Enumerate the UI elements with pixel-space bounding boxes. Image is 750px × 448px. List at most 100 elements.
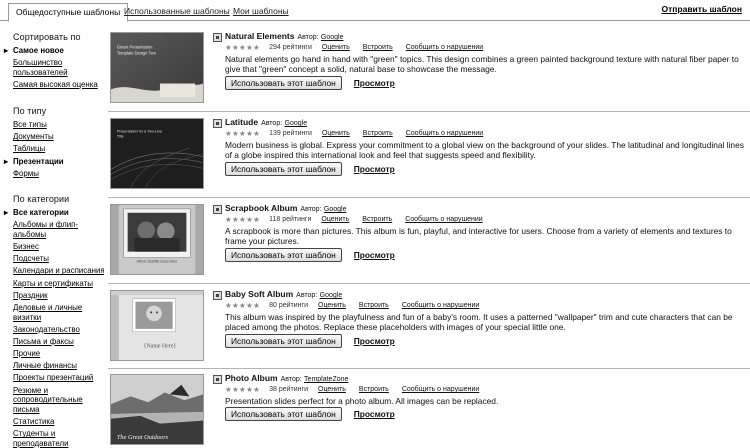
category-legal[interactable]: Законодательство — [13, 325, 104, 335]
author-link[interactable]: Google — [321, 34, 344, 41]
preview-link[interactable]: Просмотр — [354, 78, 395, 88]
template-row: Green Presentation Template Design Two N… — [108, 27, 750, 111]
presentation-icon — [213, 375, 222, 384]
category-personal-finance[interactable]: Личные финансы — [13, 361, 104, 371]
use-template-button[interactable]: Использовать этот шаблон — [225, 161, 342, 176]
sort-most-users[interactable]: Большинство пользователей — [13, 58, 104, 77]
category-resumes[interactable]: Резюме и сопроводительные письма — [13, 386, 104, 415]
author-label: Автор: — [261, 120, 283, 127]
author-label: Автор: — [280, 376, 302, 383]
type-heading: По типу — [13, 106, 47, 116]
author-link[interactable]: Google — [320, 292, 343, 299]
report-abuse-link[interactable]: Сообщить о нарушении — [406, 129, 483, 139]
category-albums[interactable]: Альбомы и флип-альбомы — [13, 220, 104, 239]
category-business-cards[interactable]: Деловые и личные визитки — [13, 303, 104, 322]
sort-top-rated[interactable]: Самая высокая оценка — [13, 80, 104, 90]
embed-link[interactable]: Встроить — [363, 129, 393, 139]
embed-link[interactable]: Встроить — [363, 43, 393, 53]
template-description: Presentation slides perfect for a photo … — [225, 396, 499, 406]
row-divider — [108, 283, 750, 284]
author-link[interactable]: Google — [324, 206, 347, 213]
template-name[interactable]: Baby Soft Album — [225, 289, 293, 299]
type-spreadsheets[interactable]: Таблицы — [13, 144, 104, 154]
category-statistics[interactable]: Статистика — [13, 417, 104, 427]
thumb-title-line-2: Title — [117, 134, 124, 138]
thumb-title-line-2: Template Design Two — [117, 50, 157, 55]
preview-link[interactable]: Просмотр — [354, 409, 395, 419]
author-label: Автор: — [296, 292, 318, 299]
category-all[interactable]: Все категории — [4, 208, 104, 218]
ratings-count: 294 рейтинги — [269, 44, 312, 51]
use-template-button[interactable]: Использовать этот шаблон — [225, 247, 342, 262]
report-abuse-link[interactable]: Сообщить о нарушении — [405, 215, 482, 225]
rate-link[interactable]: Оценить — [321, 215, 349, 225]
template-thumbnail-natural-elements[interactable]: Green Presentation Template Design Two — [110, 32, 204, 103]
template-thumbnail-photo-album[interactable]: The Great Outdoors — [110, 374, 204, 445]
submit-template-link[interactable]: Отправить шаблон — [662, 4, 743, 14]
use-template-button[interactable]: Использовать этот шаблон — [225, 407, 342, 422]
presentation-icon — [213, 33, 222, 42]
sort-newest[interactable]: Самое новое — [4, 46, 104, 56]
rating-stars-icon: ★★★★★ — [225, 385, 261, 394]
tab-my-templates[interactable]: Мои шаблоны — [226, 3, 296, 21]
template-tabs-bar: Общедоступные шаблоны Использованные шаб… — [0, 0, 750, 22]
rate-link[interactable]: Оценить — [318, 385, 346, 395]
category-other[interactable]: Прочие — [13, 349, 104, 359]
row-divider — [108, 197, 750, 198]
template-name[interactable]: Photo Album — [225, 373, 278, 383]
tab-public-templates[interactable]: Общедоступные шаблоны — [8, 3, 129, 22]
type-all[interactable]: Все типы — [13, 120, 104, 130]
author-link[interactable]: Google — [285, 120, 308, 127]
template-name[interactable]: Latitude — [225, 117, 258, 127]
category-cards[interactable]: Карты и сертификаты — [13, 279, 104, 289]
category-business[interactable]: Бизнес — [13, 242, 104, 252]
template-thumbnail-latitude[interactable]: Presentation for a Two-Line Title — [110, 118, 204, 189]
ratings-count: 118 рейтинги — [269, 216, 312, 223]
report-abuse-link[interactable]: Сообщить о нарушении — [406, 43, 483, 53]
embed-link[interactable]: Встроить — [359, 385, 389, 395]
category-students[interactable]: Студенты и преподаватели — [13, 429, 104, 448]
presentation-icon — [213, 119, 222, 128]
report-abuse-link[interactable]: Сообщить о нарушении — [402, 385, 479, 395]
template-thumbnail-baby-soft-album[interactable]: {Name Here} — [110, 290, 204, 361]
embed-link[interactable]: Встроить — [359, 301, 389, 311]
presentation-icon — [213, 205, 222, 214]
thumbnail-image: Album Subtitle Goes Here — [111, 205, 203, 274]
template-thumbnail-scrapbook-album[interactable]: Album Subtitle Goes Here — [110, 204, 204, 275]
template-name[interactable]: Natural Elements — [225, 31, 294, 41]
rating-stars-icon: ★★★★★ — [225, 43, 261, 52]
category-calendars[interactable]: Календари и расписания — [13, 266, 104, 276]
use-template-button[interactable]: Использовать этот шаблон — [225, 75, 342, 90]
template-description: Natural elements go hand in hand with "g… — [225, 54, 739, 75]
author-label: Автор: — [300, 206, 322, 213]
template-row: {Name Here} Baby Soft Album Автор: Google… — [108, 285, 750, 369]
type-documents[interactable]: Документы — [13, 132, 104, 142]
preview-link[interactable]: Просмотр — [354, 250, 395, 260]
preview-link[interactable]: Просмотр — [354, 336, 395, 346]
tab-used-templates[interactable]: Использованные шаблоны — [117, 3, 237, 21]
category-calculations[interactable]: Подсчеты — [13, 254, 104, 264]
template-info: Baby Soft Album Автор: Google ★★★★★ 80 ре… — [225, 289, 747, 348]
category-section: По категории Все категории Альбомы и фли… — [4, 194, 104, 448]
category-holiday[interactable]: Праздник — [13, 291, 104, 301]
rate-link[interactable]: Оценить — [322, 43, 350, 53]
category-letters[interactable]: Письма и факсы — [13, 337, 104, 347]
embed-link[interactable]: Встроить — [362, 215, 392, 225]
type-presentations[interactable]: Презентации — [4, 157, 104, 167]
type-section: По типу Все типы Документы Таблицы Презе… — [4, 106, 104, 181]
type-forms[interactable]: Формы — [13, 169, 104, 179]
template-name[interactable]: Scrapbook Album — [225, 203, 297, 213]
rate-link[interactable]: Оценить — [318, 301, 346, 311]
author-label: Автор: — [297, 34, 319, 41]
rate-link[interactable]: Оценить — [322, 129, 350, 139]
preview-link[interactable]: Просмотр — [354, 164, 395, 174]
thumb-subtitle: Album Subtitle Goes Here — [137, 259, 178, 263]
thumbnail-image: The Great Outdoors — [111, 375, 203, 444]
use-template-button[interactable]: Использовать этот шаблон — [225, 333, 342, 348]
author-link[interactable]: TemplateZone — [304, 376, 348, 383]
report-abuse-link[interactable]: Сообщить о нарушении — [402, 301, 479, 311]
template-info: Natural Elements Автор: Google ★★★★★ 294 … — [225, 31, 747, 90]
ratings-count: 80 рейтинги — [269, 302, 308, 309]
category-presentation-designs[interactable]: Проекты презентаций — [13, 373, 104, 383]
template-description: A scrapbook is more than pictures. This … — [225, 226, 732, 247]
